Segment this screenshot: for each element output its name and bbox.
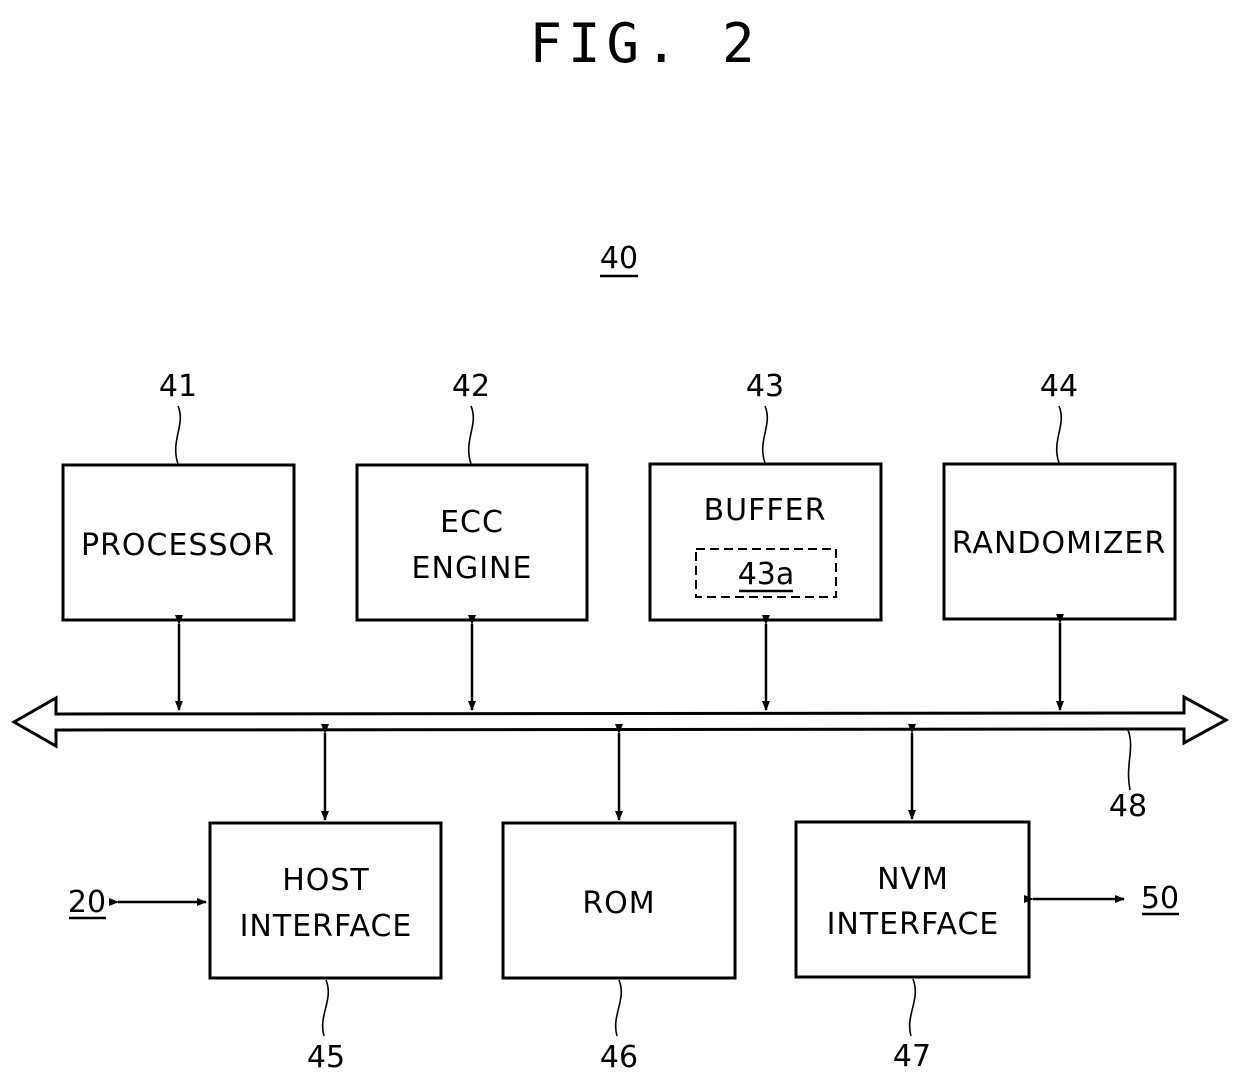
randomizer-block: 44 RANDOMIZER [942, 369, 1177, 711]
ecc-engine-label-line2: ENGINE [412, 551, 533, 586]
buffer-block: 43 BUFFER 43a [648, 369, 883, 711]
buffer-ref-label: 43 [746, 369, 784, 404]
nvm-ref-label: 50 [1141, 881, 1179, 916]
randomizer-ref-label: 44 [1040, 369, 1078, 404]
ecc-engine-ref-label: 42 [452, 369, 490, 404]
ecc-engine-leader-line [467, 405, 475, 465]
nvm-interface-label-line1: NVM [877, 862, 949, 897]
nvm-interface-label-line2: INTERFACE [827, 907, 1000, 942]
host-interface-label-line2: INTERFACE [240, 909, 413, 944]
nvm-interface-box [794, 820, 1031, 979]
processor-block: 41 PROCESSOR [61, 369, 296, 711]
figure-title: FIG. 2 [529, 12, 760, 75]
host-interface-ref-label: 45 [307, 1040, 345, 1075]
host-interface-box [208, 821, 443, 980]
block-diagram: FIG. 2 40 48 41 PROCESSOR 42 ECC ENGINE … [10, 12, 1230, 1075]
processor-label: PROCESSOR [81, 528, 275, 563]
ecc-engine-box [355, 463, 589, 622]
processor-ref-label: 41 [159, 369, 197, 404]
processor-leader-line [174, 405, 182, 465]
rom-label: ROM [582, 886, 655, 921]
nvm-interface-leader-line [908, 978, 917, 1037]
host-interface-label-line1: HOST [282, 863, 370, 898]
nvm-interface-ref-label: 47 [893, 1039, 931, 1074]
host-interface-leader-line [321, 979, 330, 1037]
buffer-leader-line [761, 405, 769, 464]
randomizer-leader-line [1055, 405, 1063, 464]
bus-ref-label: 48 [1109, 789, 1147, 824]
buffer-region-ref-label: 43a [738, 557, 795, 592]
rom-leader-line [614, 979, 623, 1037]
bus-leader-line [1127, 729, 1132, 791]
rom-block: ROM 46 [501, 724, 737, 1075]
host-interface-block: HOST INTERFACE 45 20 [68, 724, 443, 1075]
ecc-engine-block: 42 ECC ENGINE [355, 369, 589, 711]
ecc-engine-label-line1: ECC [440, 505, 504, 540]
randomizer-label: RANDOMIZER [952, 526, 1166, 561]
nvm-interface-block: NVM INTERFACE 47 50 [794, 724, 1179, 1074]
buffer-label: BUFFER [704, 493, 827, 528]
host-ref-label: 20 [68, 885, 106, 920]
system-ref-label: 40 [600, 241, 638, 276]
rom-ref-label: 46 [600, 1040, 638, 1075]
